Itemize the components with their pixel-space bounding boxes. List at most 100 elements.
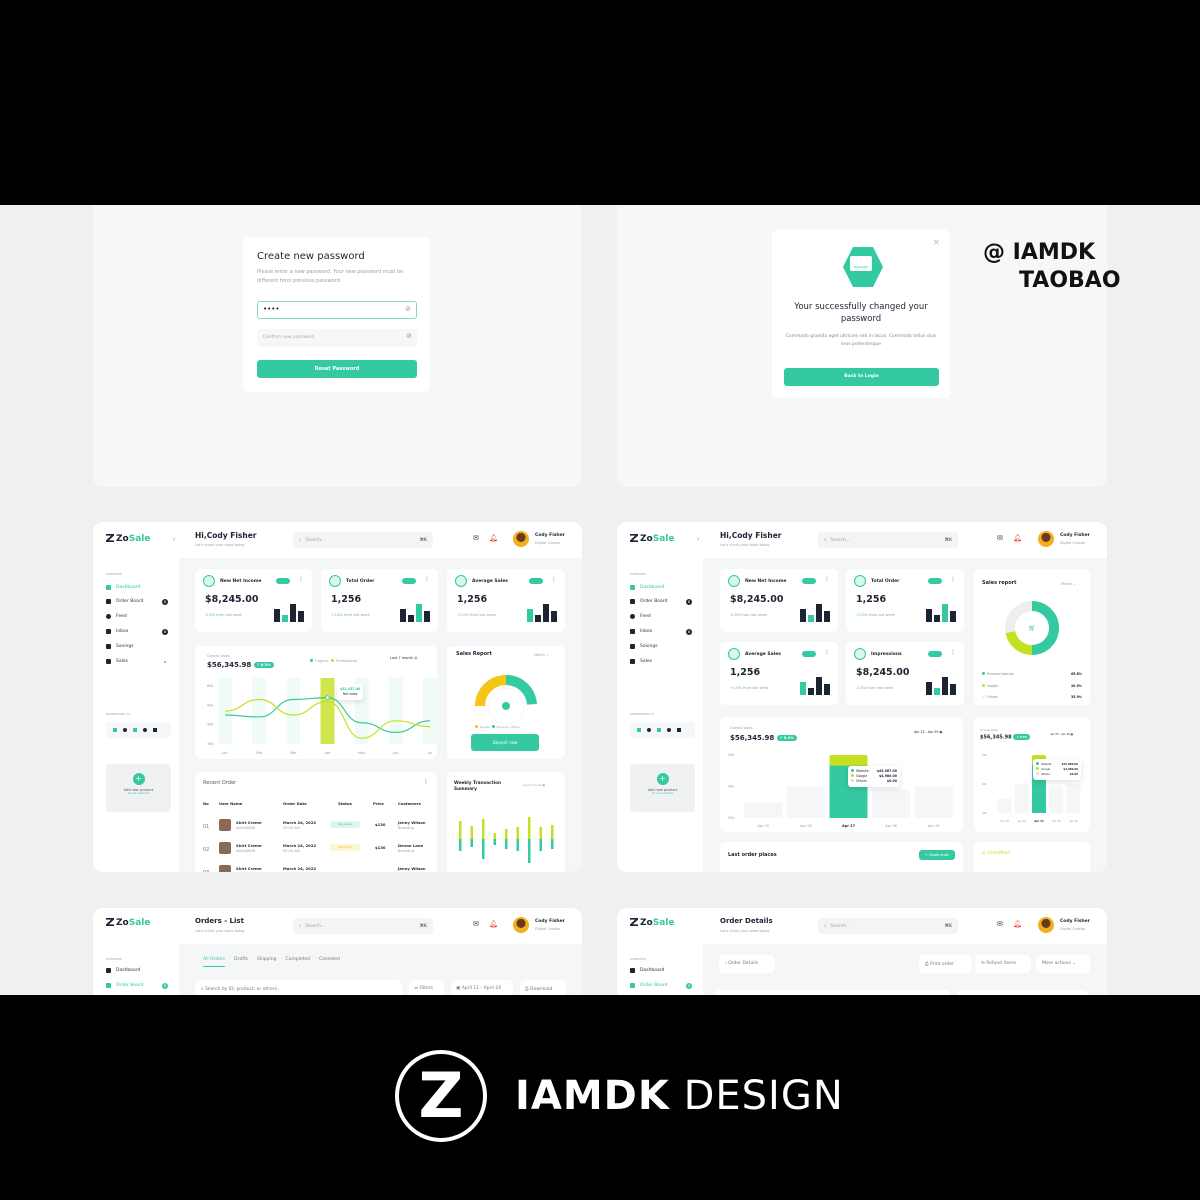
avatar[interactable] [1038,917,1054,933]
search-input[interactable]: ⌕ Search... ⌘K [818,532,958,548]
avatars-toggle[interactable] [529,578,543,584]
tab-all-orders[interactable]: All Orders [203,957,226,967]
stat-card-net-income: New Net Income ⋮ $8,245.00 -0.5% from last … [195,569,312,632]
cell: Branding [398,849,414,853]
logo[interactable]: ZoSale [106,918,150,928]
period-select[interactable]: Last 7 month ▣ [523,783,545,787]
date-range-select[interactable]: Apr 25 - Apr 29 ▣ [1050,733,1073,736]
sidebar-item-dashboard[interactable]: Dashboard [106,585,168,590]
column-header[interactable]: No [203,801,209,806]
avatar[interactable] [513,531,529,547]
reset-password-button[interactable]: Reset Password [257,360,417,378]
collapse-sidebar-button[interactable]: ‹ [697,536,699,543]
more-icon[interactable]: ⋮ [551,576,557,583]
back-button[interactable]: ‹ Order Details [719,955,775,973]
eye-off-icon[interactable]: ⊘ [406,332,412,340]
more-icon[interactable]: ⋮ [824,649,830,656]
more-icon[interactable]: ⋮ [824,576,830,583]
new-password-input[interactable]: •••• ⊘ [257,301,417,319]
more-icon[interactable]: ⋮ [424,576,430,583]
date-range-button[interactable]: ▣ April 11 - April 24 [451,980,513,995]
bell-icon[interactable]: 🔔︎ [1013,920,1022,928]
tag-icon [728,648,740,660]
dashboard-screen-2: ZoSale ‹ OVERVIEW Dashboard Order Board 8… [617,522,1107,872]
plus-icon[interactable]: + [656,773,669,785]
confirm-password-input[interactable]: Confirm new password ⊘ [257,329,417,347]
add-product-card[interactable]: + Add new product Or use invite link [106,764,171,812]
tab-shipping[interactable]: Shipping [257,957,277,967]
sidebar-item-dashboard[interactable]: Dashboard [630,968,692,973]
sidebar-item-savings[interactable]: Savings [630,644,692,649]
table-row[interactable]: 02 Shirt Creme #AA40648 March 24, 2022 09:… [203,842,431,862]
sidebar-item-inbox[interactable]: Inbox 8 [630,628,692,635]
sidebar-item-feed[interactable]: Feed [106,614,168,619]
column-band [252,678,267,744]
eye-off-icon[interactable]: ⊘ [405,305,411,313]
add-product-card[interactable]: + Add new product Or use invite link [630,764,695,812]
filters-button[interactable]: ⚌ Filters [409,980,444,995]
avatar[interactable] [513,917,529,933]
bell-icon[interactable]: 🔔︎ [489,534,498,542]
sidebar-item-feed[interactable]: Feed [630,614,692,619]
sidebar-item-order-board[interactable]: Order Board 8 [106,598,168,605]
deposit-now-button[interactable]: Deposit now [471,734,539,751]
column-header[interactable]: User Name [219,801,242,806]
print-order-button[interactable]: ⎙ Print order [919,955,972,973]
sidebar-item-order-board[interactable]: Order Board 8 [106,982,168,989]
column-band [423,678,437,744]
back-to-login-button[interactable]: Back to Login [784,368,939,386]
mail-icon[interactable]: ✉ [473,920,479,928]
date-range-select[interactable]: Apr 25 - Apr 29 ▣ [914,730,942,734]
table-row[interactable]: 01 Shirt Creme #AA40648 March 24, 2022 09:… [203,819,431,839]
column-header[interactable]: Status [338,801,352,806]
more-icon[interactable]: ⋮ [423,778,429,785]
tab-drafts[interactable]: Drafts [234,957,248,967]
logo[interactable]: ZoSale [630,534,674,544]
bell-icon[interactable]: 🔔︎ [1013,534,1022,542]
bell-icon[interactable]: 🔔︎ [489,920,498,928]
sidebar-item-sales[interactable]: Sales [630,659,692,664]
period-dropdown[interactable]: Month ⌄ [534,653,549,657]
sidebar-item-order-board[interactable]: Order Board 8 [630,982,692,989]
more-icon[interactable]: ⋮ [950,576,956,583]
period-dropdown[interactable]: Month ⌄ [1061,582,1076,586]
search-input[interactable]: ⌕ Search... ⌘K [293,532,433,548]
mail-icon[interactable]: ✉ [473,534,479,542]
search-input[interactable]: ⌕ Search... ⌘K [293,918,433,934]
mail-icon[interactable]: ✉ [997,920,1003,928]
avatars-toggle[interactable] [402,578,416,584]
column-header[interactable]: Price [373,801,384,806]
collapse-sidebar-button[interactable]: ‹ [173,536,175,543]
plus-icon[interactable]: + [132,773,145,785]
more-icon[interactable]: ⋮ [950,649,956,656]
sales-report-donut: 🛒︎ [1005,601,1059,655]
tab-completed[interactable]: Completed [285,957,310,967]
sidebar-item-dashboard[interactable]: Dashboard [630,585,692,590]
search-input[interactable]: ⌕ Search... ⌘K [818,918,958,934]
sidebar-item-order-board[interactable]: Order Board 8 [630,598,692,605]
column-header[interactable]: Order Date [283,801,307,806]
weekly-bar-down [459,839,462,851]
sidebar-item-inbox[interactable]: Inbox 8 [106,628,168,635]
download-button[interactable]: ⎙ Download [520,980,566,995]
column-header[interactable]: Customers [398,801,421,806]
sidebar-item-sales[interactable]: Sales [106,659,168,664]
avatars-toggle[interactable] [276,578,290,584]
refund-items-button[interactable]: ⟲ Refund items [975,955,1031,973]
sidebar-item-savings[interactable]: Savings [106,644,168,649]
integration-icons[interactable] [106,722,171,738]
more-actions-dropdown[interactable]: More actions ⌄ [1036,955,1090,973]
avatar[interactable] [1038,531,1054,547]
mail-icon[interactable]: ✉ [997,534,1003,542]
logo[interactable]: ZoSale [106,534,150,544]
order-search-input[interactable]: ⌕ Search by ID, product, or others... [195,980,402,995]
sidebar-item-dashboard[interactable]: Dashboard [106,968,168,973]
tab-canceled[interactable]: Canceled [319,957,340,967]
integration-icons[interactable] [630,722,695,738]
more-icon[interactable]: ⋮ [298,576,304,583]
close-icon[interactable]: × [932,238,940,248]
table-row[interactable]: 03 Shirt Creme March 24, 2022 Jenny Wils… [203,865,431,872]
create-order-button[interactable]: + Create order [919,850,955,860]
logo[interactable]: ZoSale [630,918,674,928]
x-tick-label: 25 Jan [478,871,487,872]
